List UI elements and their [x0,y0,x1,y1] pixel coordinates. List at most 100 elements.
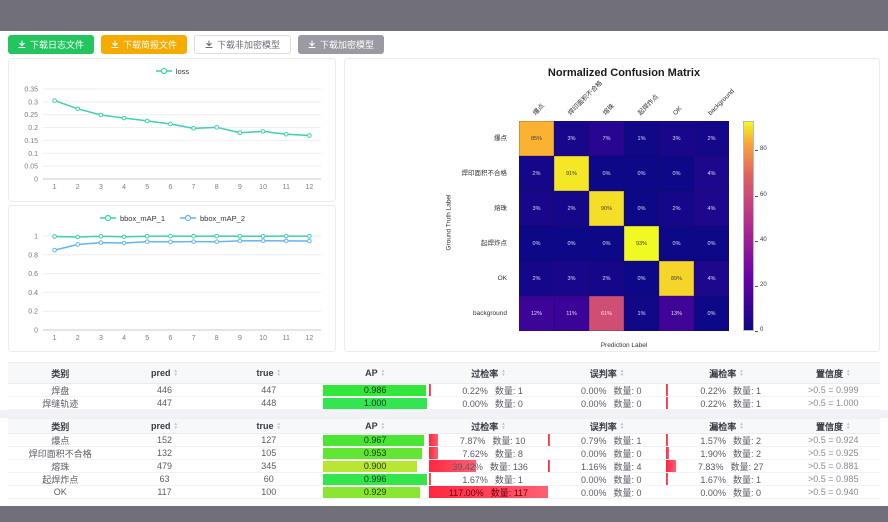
column-header-miss[interactable]: 漏检率▲▼ [666,362,786,384]
ap-value: 0.929 [323,487,427,498]
metric-count: 数量: 1 [614,434,642,446]
metric-bar [666,473,668,485]
metric-count: 数量: 117 [491,486,528,498]
sort-caret-icon[interactable]: ▲▼ [276,422,280,430]
matrix-cell: 0% [624,261,659,296]
metric-text: 7.83%数量: 27 [689,460,763,472]
ap-value: 0.967 [323,435,427,446]
cell-ap: 0.900 [321,460,429,472]
metric-text: 0.00%数量: 0 [573,473,642,485]
download-log-button[interactable]: 下载日志文件 [8,35,94,54]
svg-text:0: 0 [34,177,38,184]
column-header-conf[interactable]: 置信度▲▼ [787,362,880,384]
cell-ap: 1.000 [321,397,429,409]
svg-text:8: 8 [215,184,219,191]
metric-percent: 1.57% [692,436,726,446]
cell-miss: 7.83%数量: 27 [666,460,786,472]
metric-percent: 0.22% [454,386,488,396]
column-header-category: 类别 [8,418,113,434]
matrix-col-label: OK [670,104,685,119]
cell-true: 60 [216,473,321,485]
matrix-col-label: 焊印面积不合格 [565,78,606,119]
svg-text:0.05: 0.05 [24,164,38,171]
metric-count: 数量: 1 [495,384,523,396]
colorbar-tick-label: 0 [760,327,763,333]
download-encrypted-model-button[interactable]: 下载加密模型 [298,35,384,54]
svg-text:11: 11 [283,335,290,342]
sort-caret-icon[interactable]: ▲▼ [174,422,178,430]
matrix-cell-value: 93% [636,241,647,247]
matrix-cell-value: 4% [708,206,716,212]
cell-confidence: >0.5 = 0.881 [787,460,880,472]
sort-caret-icon[interactable]: ▲▼ [846,422,850,430]
sort-caret-icon[interactable]: ▲▼ [381,369,385,377]
download-icon [205,40,213,49]
legend-item-bbox_mAP_1[interactable]: bbox_mAP_1 [99,214,165,223]
metric-bar [666,434,668,446]
sort-caret-icon[interactable]: ▲▼ [381,422,385,430]
sort-caret-icon[interactable]: ▲▼ [620,369,624,377]
metric-count: 数量: 1 [733,384,761,396]
cell-miss: 1.57%数量: 2 [666,434,786,446]
column-header-pred[interactable]: pred▲▼ [113,418,217,434]
matrix-cell-value: 3% [568,276,576,282]
metric-percent: 0.00% [573,488,607,498]
metric-count: 数量: 0 [614,397,642,409]
metric-percent: 0.22% [692,386,726,396]
download-icon [18,40,26,49]
sort-caret-icon[interactable]: ▲▼ [739,422,743,430]
matrix-cell: 93% [624,226,659,261]
column-header-over[interactable]: 过检率▲▼ [429,418,548,434]
column-header-pred[interactable]: pred▲▼ [113,362,217,384]
matrix-cell-value: 0% [708,241,716,247]
legend-label: bbox_mAP_2 [200,214,245,223]
colorbar-tick-label: 80 [760,146,767,152]
column-header-over[interactable]: 过检率▲▼ [429,362,548,384]
metric-text: 0.79%数量: 1 [573,434,642,446]
download-icon [111,40,119,49]
legend-item-bbox_mAP_2[interactable]: bbox_mAP_2 [179,214,245,223]
sort-caret-icon[interactable]: ▲▼ [846,369,850,377]
metric-percent: 7.83% [689,462,723,472]
cell-true: 105 [216,447,321,459]
column-header-ap[interactable]: AP▲▼ [321,362,429,384]
metric-text: 0.22% 数量: 1 [454,384,523,396]
column-header-label: 置信度 [816,420,843,433]
cell-confidence: >0.5 = 1.000 [787,397,880,409]
download-report-button[interactable]: 下载简报文件 [101,35,187,54]
column-header-mis[interactable]: 误判率▲▼ [548,362,667,384]
column-header-true[interactable]: true▲▼ [216,418,321,434]
column-header-ap[interactable]: AP▲▼ [321,418,429,434]
ap-bar-track: 0.953 [323,448,427,459]
cell-mis: 0.00%数量: 0 [548,397,667,409]
metric-percent: 0.22% [692,399,726,409]
button-label: 下载简报文件 [123,38,177,51]
matrix-row-label: 熔珠 [345,191,513,226]
sort-caret-icon[interactable]: ▲▼ [501,422,505,430]
sort-caret-icon[interactable]: ▲▼ [739,369,743,377]
ap-bar-track: 0.986 [323,385,427,396]
svg-text:6: 6 [168,184,172,191]
column-header-conf[interactable]: 置信度▲▼ [787,418,880,434]
matrix-cell: 0% [694,296,729,331]
matrix-cell-value: 4% [708,171,716,177]
matrix-cell: 1% [624,121,659,156]
column-header-true[interactable]: true▲▼ [216,362,321,384]
metric-bar [429,384,431,396]
sort-caret-icon[interactable]: ▲▼ [276,369,280,377]
matrix-cell: 61% [589,296,624,331]
sort-caret-icon[interactable]: ▲▼ [501,369,505,377]
sort-caret-icon[interactable]: ▲▼ [174,369,178,377]
matrix-cell: 90% [589,191,624,226]
matrix-cell-value: 0% [568,241,576,247]
dashboard-screenshot: 下载日志文件 下载简报文件 下载非加密模型 下载加密模型 loss 0 0.05 0… [0,0,888,522]
svg-text:10: 10 [259,335,267,342]
column-header-label: 类别 [51,420,69,433]
column-header-miss[interactable]: 漏检率▲▼ [666,418,786,434]
svg-text:3: 3 [99,184,103,191]
legend-item-loss[interactable]: loss [155,67,189,76]
download-unencrypted-model-button[interactable]: 下载非加密模型 [194,35,291,54]
column-header-mis[interactable]: 误判率▲▼ [548,418,667,434]
sort-caret-icon[interactable]: ▲▼ [620,422,624,430]
matrix-cell-value: 3% [568,136,576,142]
